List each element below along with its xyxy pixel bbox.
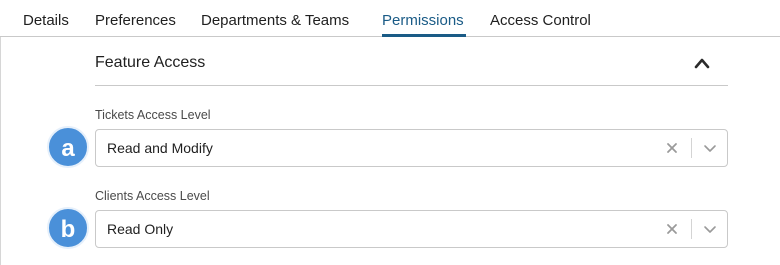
- close-icon[interactable]: [664, 221, 680, 237]
- section-title: Feature Access: [95, 54, 206, 71]
- select-separator: [691, 219, 692, 239]
- chevron-down-icon[interactable]: [702, 222, 718, 236]
- content-divider: [0, 37, 1, 265]
- annotation-marker-a: a: [47, 126, 89, 168]
- chevron-up-icon[interactable]: [694, 57, 710, 69]
- tickets-access-level-label: Tickets Access Level: [95, 108, 211, 122]
- close-icon[interactable]: [664, 140, 680, 156]
- feature-access-section-header[interactable]: Feature Access: [95, 40, 728, 86]
- select-value: Read Only: [107, 221, 174, 237]
- select-separator: [691, 138, 692, 158]
- tab-preferences[interactable]: Preferences: [95, 11, 176, 31]
- clients-access-level-label: Clients Access Level: [95, 189, 210, 203]
- tab-permissions[interactable]: Permissions: [382, 11, 464, 31]
- tab-details[interactable]: Details: [23, 11, 69, 31]
- annotation-marker-b: b: [47, 207, 89, 249]
- tab-bar: Details Preferences Departments & Teams …: [0, 0, 780, 37]
- chevron-down-icon[interactable]: [702, 141, 718, 155]
- tickets-access-level-select[interactable]: Read and Modify: [95, 129, 728, 167]
- tab-access-control[interactable]: Access Control: [490, 11, 591, 31]
- active-tab-indicator: [382, 34, 466, 37]
- select-value: Read and Modify: [107, 140, 213, 156]
- tab-departments-teams[interactable]: Departments & Teams: [201, 11, 349, 31]
- clients-access-level-select[interactable]: Read Only: [95, 210, 728, 248]
